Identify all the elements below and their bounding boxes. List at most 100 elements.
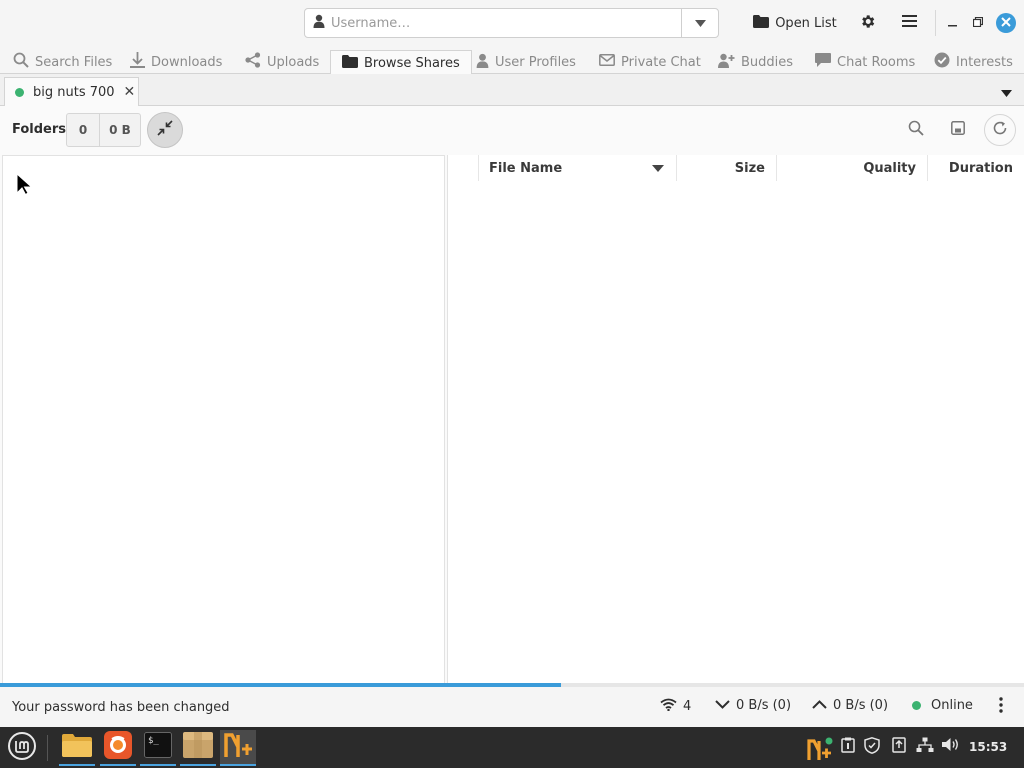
tab-label: Uploads [267, 54, 320, 70]
refresh-icon [992, 120, 1008, 140]
tray-updates[interactable] [892, 737, 906, 757]
taskbar-firefox-button[interactable] [100, 730, 136, 766]
upload-speed-indicator[interactable]: 0 B/s (0) [812, 698, 888, 713]
user-tab[interactable]: big nuts 700 ✕ [4, 77, 139, 106]
tab-buddies[interactable]: Buddies [718, 50, 793, 74]
gear-icon [859, 13, 876, 34]
shield-icon [864, 737, 880, 758]
hamburger-icon [901, 15, 917, 31]
close-window-button[interactable] [996, 13, 1016, 33]
chevron-up-icon [812, 698, 833, 713]
collapse-icon [157, 120, 173, 140]
preferences-button[interactable] [852, 8, 882, 38]
terminal-icon: $_ [144, 732, 172, 762]
download-speed-indicator[interactable]: 0 B/s (0) [715, 698, 791, 713]
column-header-file-name[interactable]: File Name [479, 155, 677, 181]
tab-interests[interactable]: Interests [934, 50, 1013, 74]
tray-shield[interactable] [864, 737, 880, 758]
column-header-duration[interactable]: Duration [928, 155, 1024, 181]
tab-browse-shares[interactable]: Browse Shares [330, 50, 472, 75]
status-bar: Your password has been changed 4 0 B/s (… [0, 687, 1024, 727]
sort-down-icon [652, 161, 664, 176]
update-icon [892, 737, 906, 757]
file-list[interactable]: File Name Size Quality Duration [447, 155, 1024, 684]
mint-logo-icon [7, 731, 37, 765]
download-speed: 0 B/s (0) [736, 698, 792, 713]
folder-tree[interactable] [2, 155, 445, 684]
maximize-button[interactable] [969, 8, 987, 38]
header-separator [935, 10, 936, 36]
tray-network[interactable] [916, 737, 934, 757]
online-status-dot [912, 701, 921, 710]
wifi-icon [660, 698, 683, 715]
folder-count: 0 [67, 114, 100, 146]
open-list-button[interactable]: Open List [748, 8, 842, 38]
add-person-icon [718, 53, 741, 72]
tab-label: Private Chat [621, 54, 701, 70]
nicotine-plus-icon [223, 731, 253, 763]
clipboard-icon [841, 737, 855, 757]
tab-private-chat[interactable]: Private Chat [599, 50, 701, 74]
mouse-cursor-icon [16, 172, 33, 199]
taskbar-nicotine-button[interactable] [220, 730, 256, 766]
minimize-icon [947, 16, 957, 31]
column-header-quality[interactable]: Quality [777, 155, 928, 181]
header-bar: Username… Open List [0, 0, 1024, 46]
column-label: Size [734, 160, 765, 176]
user-tab-bar: big nuts 700 ✕ [0, 74, 1024, 106]
chevron-down-icon [1001, 86, 1012, 101]
tab-label: Interests [956, 54, 1013, 70]
online-status-button[interactable]: Online [912, 698, 973, 713]
folders-label: Folders [12, 122, 67, 137]
column-label: Duration [948, 160, 1013, 176]
username-dropdown-button[interactable] [681, 9, 718, 37]
search-icon [908, 120, 924, 140]
tray-nicotine[interactable] [806, 737, 834, 765]
start-menu-button[interactable] [4, 730, 40, 766]
column-header-size[interactable]: Size [677, 155, 777, 181]
folder-size: 0 B [109, 123, 131, 137]
close-tab-button[interactable]: ✕ [124, 84, 136, 100]
minimize-button[interactable] [943, 8, 961, 38]
share-icon [245, 52, 267, 72]
folder-icon [753, 14, 775, 32]
taskbar-archive-button[interactable] [180, 730, 216, 766]
online-status-label: Online [931, 698, 973, 713]
column-header-blank[interactable] [448, 155, 479, 181]
tab-label: User Profiles [495, 54, 576, 70]
tab-downloads[interactable]: Downloads [130, 50, 222, 74]
username-field[interactable]: Username… [305, 9, 681, 37]
person-icon [313, 14, 331, 32]
folder-stats: 0 0 B [66, 113, 141, 147]
taskbar-terminal-button[interactable]: $_ [140, 730, 176, 766]
more-options-button[interactable] [999, 697, 1009, 717]
tab-user-profiles[interactable]: User Profiles [476, 50, 576, 74]
username-combo[interactable]: Username… [304, 8, 719, 38]
main-menu-button[interactable] [894, 8, 924, 38]
network-icon [916, 737, 934, 757]
tray-volume[interactable] [942, 737, 960, 756]
firefox-icon [104, 731, 132, 763]
upload-speed: 0 B/s (0) [833, 698, 889, 713]
person-icon [476, 53, 495, 72]
taskbar-separator [47, 735, 48, 761]
column-label: Quality [863, 160, 916, 176]
taskbar-clock[interactable]: 15:53 [969, 740, 1007, 754]
tab-chat-rooms[interactable]: Chat Rooms [815, 50, 915, 74]
nicotine-tray-icon [806, 737, 834, 765]
connections-count: 4 [683, 699, 692, 714]
tab-search-files[interactable]: Search Files [13, 50, 112, 74]
taskbar-files-button[interactable] [59, 730, 95, 766]
chat-icon [815, 52, 837, 72]
save-shares-button[interactable] [947, 119, 969, 141]
chevron-down-icon [715, 698, 736, 713]
tab-label: Downloads [151, 54, 223, 70]
search-files-button[interactable] [905, 119, 927, 141]
collapse-all-button[interactable] [147, 112, 183, 148]
connections-indicator[interactable]: 4 [660, 698, 691, 715]
refresh-button[interactable] [984, 114, 1016, 146]
tab-uploads[interactable]: Uploads [245, 50, 319, 74]
taskbar: $_ 15:53 [0, 727, 1024, 768]
tray-clipboard[interactable] [841, 737, 855, 757]
tab-list-dropdown[interactable] [1001, 86, 1012, 101]
